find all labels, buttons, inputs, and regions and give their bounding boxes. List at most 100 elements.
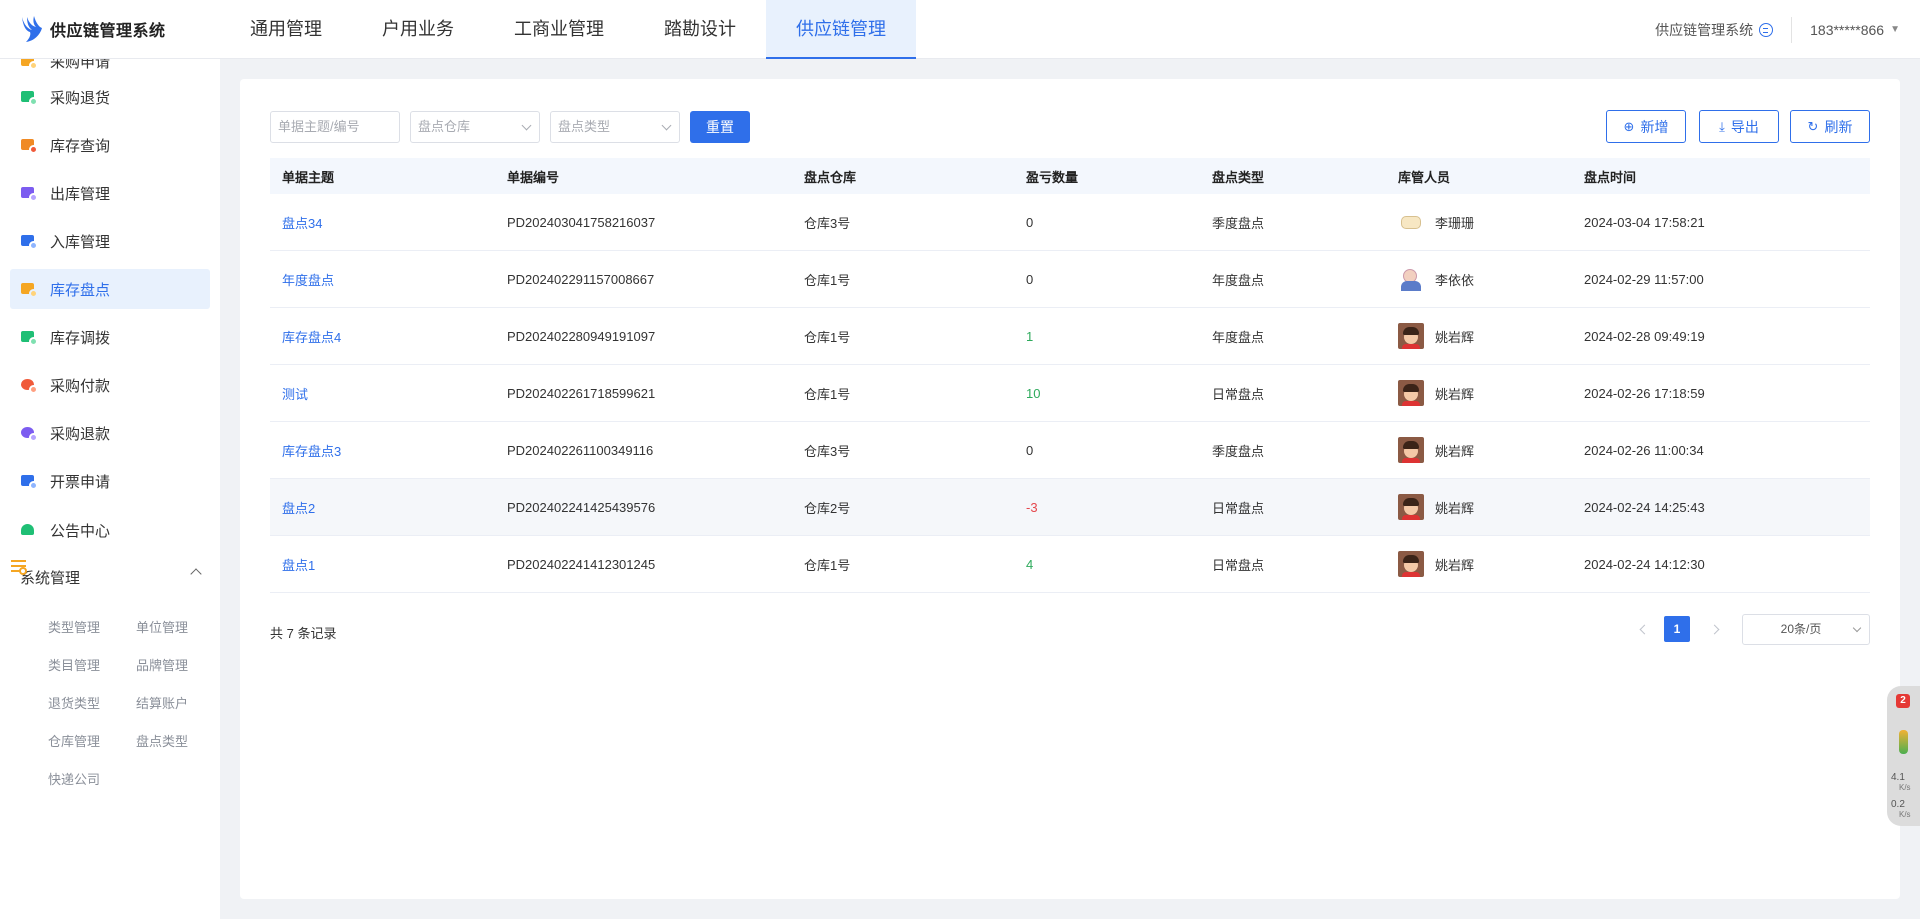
sidebar-item-inventory-search[interactable]: 库存查询 <box>10 125 210 165</box>
user-account[interactable]: 183*****866 <box>1810 22 1884 38</box>
sub-item-return-type[interactable]: 退货类型 <box>48 693 100 712</box>
table-row[interactable]: 盘点1 PD202402241412301245 仓库1号 4 日常盘点 姚岩辉… <box>270 536 1870 593</box>
avatar <box>1398 437 1424 463</box>
sidebar-item-transfer[interactable]: 库存调拨 <box>10 317 210 357</box>
subject-link[interactable]: 库存盘点4 <box>282 330 341 345</box>
top-nav-commercial[interactable]: 工商业管理 <box>484 0 634 59</box>
sub-item-stocktake-type[interactable]: 盘点类型 <box>136 731 188 750</box>
keeper-name: 姚岩辉 <box>1435 557 1475 573</box>
sub-item-category[interactable]: 类目管理 <box>48 655 100 674</box>
inventory-search-icon <box>20 136 38 154</box>
page-size-select[interactable]: 20条/页 <box>1742 614 1870 645</box>
column-header[interactable]: 盘点类型 <box>1200 167 1386 186</box>
subject-link[interactable]: 测试 <box>282 387 308 402</box>
warehouse-select-placeholder: 盘点仓库 <box>418 119 471 134</box>
prev-page-icon[interactable] <box>1639 624 1650 635</box>
subject-search-input[interactable]: 单据主题/编号 <box>270 111 400 143</box>
refresh-button[interactable]: ↻ 刷新 <box>1790 110 1870 143</box>
sidebar-item-invoice[interactable]: 开票申请 <box>10 461 210 501</box>
table-row[interactable]: 年度盘点 PD202402291157008667 仓库1号 0 年度盘点 李依… <box>270 251 1870 308</box>
time-cell: 2024-02-26 17:18:59 <box>1584 385 1705 401</box>
bird-logo-icon <box>22 16 42 42</box>
sidebar-item-label: 出库管理 <box>50 185 111 203</box>
sidebar-group-system[interactable]: 系统管理 <box>10 557 210 597</box>
warehouse-cell: 仓库2号 <box>804 500 851 516</box>
subject-link[interactable]: 盘点2 <box>282 501 315 516</box>
avatar <box>1398 209 1424 235</box>
type-cell: 季度盘点 <box>1212 215 1265 231</box>
type-cell: 日常盘点 <box>1212 386 1265 402</box>
switch-system-icon[interactable] <box>1759 22 1774 37</box>
keeper-name: 李珊珊 <box>1435 215 1475 231</box>
subject-link[interactable]: 库存盘点3 <box>282 444 341 459</box>
table-row[interactable]: 库存盘点4 PD202402280949191097 仓库1号 1 年度盘点 姚… <box>270 308 1870 365</box>
table-row[interactable]: 库存盘点3 PD202402261100349116 仓库3号 0 季度盘点 姚… <box>270 422 1870 479</box>
sidebar-item-refund[interactable]: 采购退款 <box>10 413 210 453</box>
top-nav-household[interactable]: 户用业务 <box>352 0 484 59</box>
column-header[interactable]: 盈亏数量 <box>1014 167 1200 186</box>
inbound-icon <box>20 232 38 250</box>
page-size-value: 20条/页 <box>1780 622 1822 636</box>
type-cell: 季度盘点 <box>1212 443 1265 459</box>
column-header[interactable]: 单据主题 <box>270 167 495 186</box>
sidebar-item-notice[interactable]: 公告中心 <box>10 510 210 550</box>
keeper-name: 姚岩辉 <box>1435 329 1475 345</box>
stocktake-type-select[interactable]: 盘点类型 <box>550 111 680 143</box>
export-button[interactable]: ⤓ 导出 <box>1699 110 1779 143</box>
subject-link[interactable]: 盘点34 <box>282 216 322 231</box>
sidebar-item-label: 库存查询 <box>50 137 111 155</box>
chevron-up-icon[interactable] <box>190 568 202 580</box>
column-header[interactable]: 单据编号 <box>495 167 792 186</box>
upload-speed: 4.1 <box>1891 772 1905 783</box>
sub-item-warehouse[interactable]: 仓库管理 <box>48 731 100 750</box>
table-row[interactable]: 测试 PD202402261718599621 仓库1号 10 日常盘点 姚岩辉… <box>270 365 1870 422</box>
doc-number: PD202402280949191097 <box>507 328 656 344</box>
sidebar-item-inbound[interactable]: 入库管理 <box>10 221 210 261</box>
column-header[interactable]: 盘点仓库 <box>792 167 1014 186</box>
next-page-icon[interactable] <box>1709 624 1720 635</box>
table-row[interactable]: 盘点34 PD202403041758216037 仓库3号 0 季度盘点 李珊… <box>270 194 1870 251</box>
network-speed-widget[interactable]: 2 4.1 K/s 0.2 K/s <box>1887 686 1920 826</box>
top-nav-general[interactable]: 通用管理 <box>220 0 352 59</box>
sidebar-item-purchase-return[interactable]: 采购退货 <box>10 77 210 117</box>
column-header[interactable]: 盘点时间 <box>1572 167 1870 186</box>
chevron-down-icon <box>521 120 532 131</box>
add-button[interactable]: ⊕ 新增 <box>1606 110 1686 143</box>
sub-item-settlement[interactable]: 结算账户 <box>136 693 188 712</box>
subject-link[interactable]: 年度盘点 <box>282 273 334 288</box>
chevron-down-icon[interactable]: ▼ <box>1890 24 1900 35</box>
time-cell: 2024-02-29 11:57:00 <box>1584 271 1704 287</box>
sidebar-item-label: 采购付款 <box>50 377 111 395</box>
plus-circle-icon: ⊕ <box>1623 118 1635 134</box>
top-nav-survey[interactable]: 踏勘设计 <box>634 0 766 59</box>
sidebar-item-label: 库存盘点 <box>50 281 111 299</box>
brand[interactable]: 供应链管理系统 <box>0 0 220 59</box>
sidebar-item-outbound[interactable]: 出库管理 <box>10 173 210 213</box>
sub-item-brand[interactable]: 品牌管理 <box>136 655 188 674</box>
keeper-name: 姚岩辉 <box>1435 443 1475 459</box>
sidebar-item-payment[interactable]: 采购付款 <box>10 365 210 405</box>
app-title: 供应链管理系统 <box>50 23 166 40</box>
table-row[interactable]: 盘点2 PD202402241425439576 仓库2号 -3 日常盘点 姚岩… <box>270 479 1870 536</box>
qty-cell: -3 <box>1026 499 1038 515</box>
time-cell: 2024-02-26 11:00:34 <box>1584 442 1704 458</box>
purchase-request-icon <box>20 59 38 70</box>
page-1-button[interactable]: 1 <box>1664 616 1690 642</box>
subject-link[interactable]: 盘点1 <box>282 558 315 573</box>
qty-cell: 0 <box>1026 214 1034 230</box>
sidebar-item-stocktake[interactable]: 库存盘点 <box>10 269 210 309</box>
system-name[interactable]: 供应链管理系统 <box>1655 20 1753 40</box>
sub-item-unit[interactable]: 单位管理 <box>136 617 188 636</box>
sub-item-type[interactable]: 类型管理 <box>48 617 100 636</box>
reset-button[interactable]: 重置 <box>690 111 750 143</box>
sidebar-item-label: 公告中心 <box>50 522 111 540</box>
warehouse-cell: 仓库1号 <box>804 386 851 402</box>
top-nav-supply-chain[interactable]: 供应链管理 <box>766 0 916 59</box>
total-records: 共 7 条记录 <box>270 626 337 641</box>
outbound-icon <box>20 184 38 202</box>
cart-icon <box>20 88 38 106</box>
sub-item-courier[interactable]: 快递公司 <box>48 769 100 788</box>
payment-icon <box>20 376 38 394</box>
column-header[interactable]: 库管人员 <box>1386 167 1572 186</box>
warehouse-select[interactable]: 盘点仓库 <box>410 111 540 143</box>
